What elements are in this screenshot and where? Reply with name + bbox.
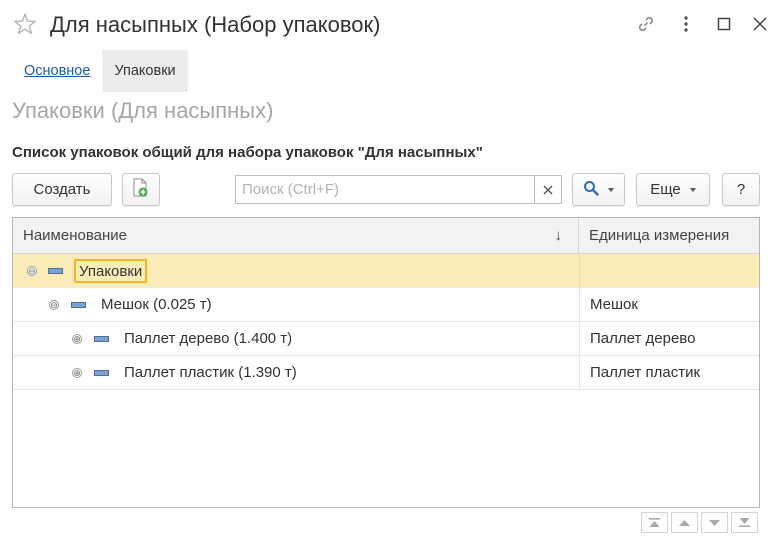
table-header: Наименование ↓ Единица измерения	[13, 218, 759, 254]
chevron-down-icon	[689, 187, 696, 192]
collapse-icon[interactable]: ⊖	[49, 300, 59, 310]
clear-icon	[543, 185, 553, 194]
tab-packages[interactable]: Упаковки	[102, 50, 188, 92]
row-name: Мешок (0.025 т)	[101, 296, 212, 313]
cell-name: ⊕ Паллет дерево (1.400 т)	[13, 322, 579, 355]
list-subheading: Список упаковок общий для набора упаково…	[12, 144, 483, 161]
more-actions-label: Еще	[650, 181, 681, 198]
cell-name: ⊖ Мешок (0.025 т)	[13, 288, 579, 321]
collapse-icon[interactable]: ⊖	[27, 266, 37, 276]
row-name: Упаковки	[74, 259, 148, 283]
tab-main[interactable]: Основное	[12, 50, 102, 92]
table-row[interactable]: ⊕ Паллет дерево (1.400 т) Паллет дерево	[13, 322, 759, 356]
first-page-icon	[649, 518, 660, 527]
column-header-unit[interactable]: Единица измерения	[579, 218, 759, 253]
cell-unit	[579, 254, 759, 287]
star-icon[interactable]	[12, 11, 38, 37]
add-document-icon	[132, 178, 150, 202]
row-name: Паллет пластик (1.390 т)	[124, 364, 297, 381]
search-icon	[583, 180, 599, 200]
column-header-name-label: Наименование	[23, 227, 127, 244]
first-page-button[interactable]	[641, 512, 668, 533]
link-icon[interactable]	[634, 12, 658, 36]
row-name: Паллет дерево (1.400 т)	[124, 330, 293, 347]
expand-icon[interactable]: ⊕	[72, 368, 82, 378]
clear-search-button[interactable]	[534, 176, 561, 203]
more-actions-button[interactable]: Еще	[636, 173, 710, 206]
search-button[interactable]	[572, 173, 625, 206]
last-page-icon	[739, 518, 750, 527]
more-vertical-icon[interactable]	[674, 12, 698, 36]
chevron-down-icon	[608, 187, 614, 192]
title-bar: Для насыпных (Набор упаковок)	[0, 0, 784, 50]
sort-down-icon: ↓	[554, 227, 563, 244]
page-down-icon	[709, 519, 720, 526]
maximize-icon[interactable]	[712, 12, 736, 36]
table-row[interactable]: ⊖ Упаковки	[13, 254, 759, 288]
package-icon	[71, 302, 86, 308]
expand-icon[interactable]: ⊕	[72, 334, 82, 344]
page-up-button[interactable]	[671, 512, 698, 533]
page-down-button[interactable]	[701, 512, 728, 533]
package-icon	[94, 370, 109, 376]
page-up-icon	[679, 519, 690, 526]
close-icon[interactable]	[748, 12, 772, 36]
cell-unit: Паллет дерево	[579, 322, 759, 355]
last-page-button[interactable]	[731, 512, 758, 533]
package-icon	[94, 336, 109, 342]
cell-name: ⊖ Упаковки	[13, 254, 579, 287]
window-title: Для насыпных (Набор упаковок)	[50, 12, 381, 37]
create-button[interactable]: Создать	[12, 173, 112, 206]
cell-unit: Паллет пластик	[579, 356, 759, 389]
section-title: Упаковки (Для насыпных)	[12, 98, 274, 123]
table-row[interactable]: ⊖ Мешок (0.025 т) Мешок	[13, 288, 759, 322]
help-button[interactable]: ?	[722, 173, 760, 206]
column-header-name[interactable]: Наименование ↓	[13, 218, 579, 253]
table-row[interactable]: ⊕ Паллет пластик (1.390 т) Паллет пласти…	[13, 356, 759, 390]
search-box	[235, 175, 562, 204]
add-document-button[interactable]	[122, 173, 160, 206]
cell-name: ⊕ Паллет пластик (1.390 т)	[13, 356, 579, 389]
cell-unit: Мешок	[579, 288, 759, 321]
package-icon	[48, 268, 63, 274]
search-input[interactable]	[236, 176, 534, 203]
packages-table: Наименование ↓ Единица измерения ⊖ Упако…	[12, 217, 760, 508]
form-tabs: Основное Упаковки	[12, 50, 188, 92]
